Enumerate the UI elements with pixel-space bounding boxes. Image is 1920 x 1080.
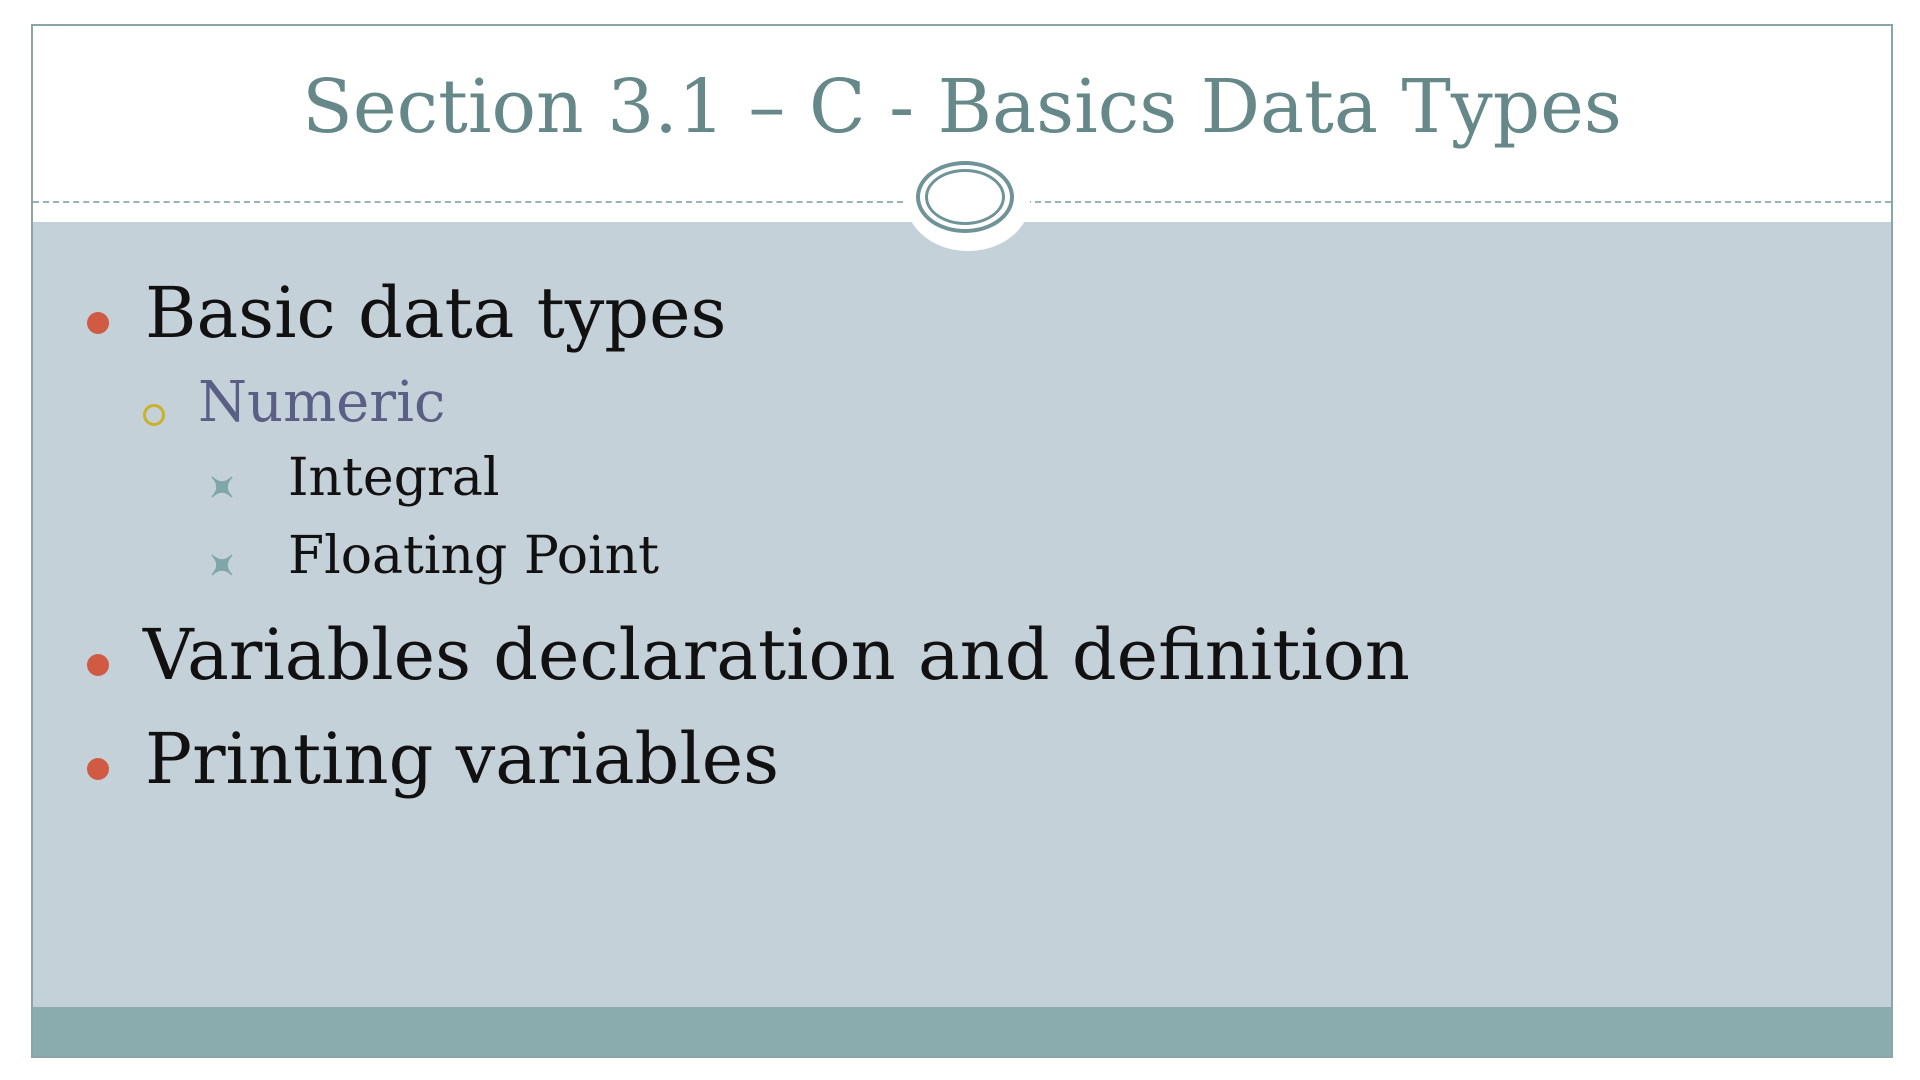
footer-bar [33, 1007, 1891, 1056]
bullet-ring-icon [143, 404, 165, 426]
slide-title: Section 3.1 – C - Basics Data Types [302, 64, 1622, 150]
list-item: Basic data types [87, 272, 1587, 362]
bullet-dot-icon [87, 312, 109, 334]
list-item: Printing variables [87, 718, 1587, 808]
list-item-text: Variables declaration and definition [143, 614, 1411, 696]
list-item-text: Floating Point [288, 526, 660, 586]
bullet-dot-icon [87, 654, 109, 676]
title-divider-right [1025, 201, 1891, 203]
bullet-star-icon [211, 476, 233, 498]
list-item: Variables declaration and definition [87, 614, 1787, 704]
list-item-text: Integral [288, 448, 500, 508]
list-item: Numeric [143, 366, 1543, 446]
list-item-text: Basic data types [145, 272, 727, 354]
list-item-text: Printing variables [145, 718, 780, 800]
title-divider-left [33, 201, 903, 203]
slide: Section 3.1 – C - Basics Data Types Basi… [31, 24, 1893, 1058]
bullet-star-icon [211, 554, 233, 576]
medallion-inner-ring [925, 169, 1005, 225]
list-item: Integral [211, 446, 1511, 516]
list-item-text: Numeric [198, 370, 446, 435]
bullet-dot-icon [87, 758, 109, 780]
list-item: Floating Point [211, 522, 1511, 592]
